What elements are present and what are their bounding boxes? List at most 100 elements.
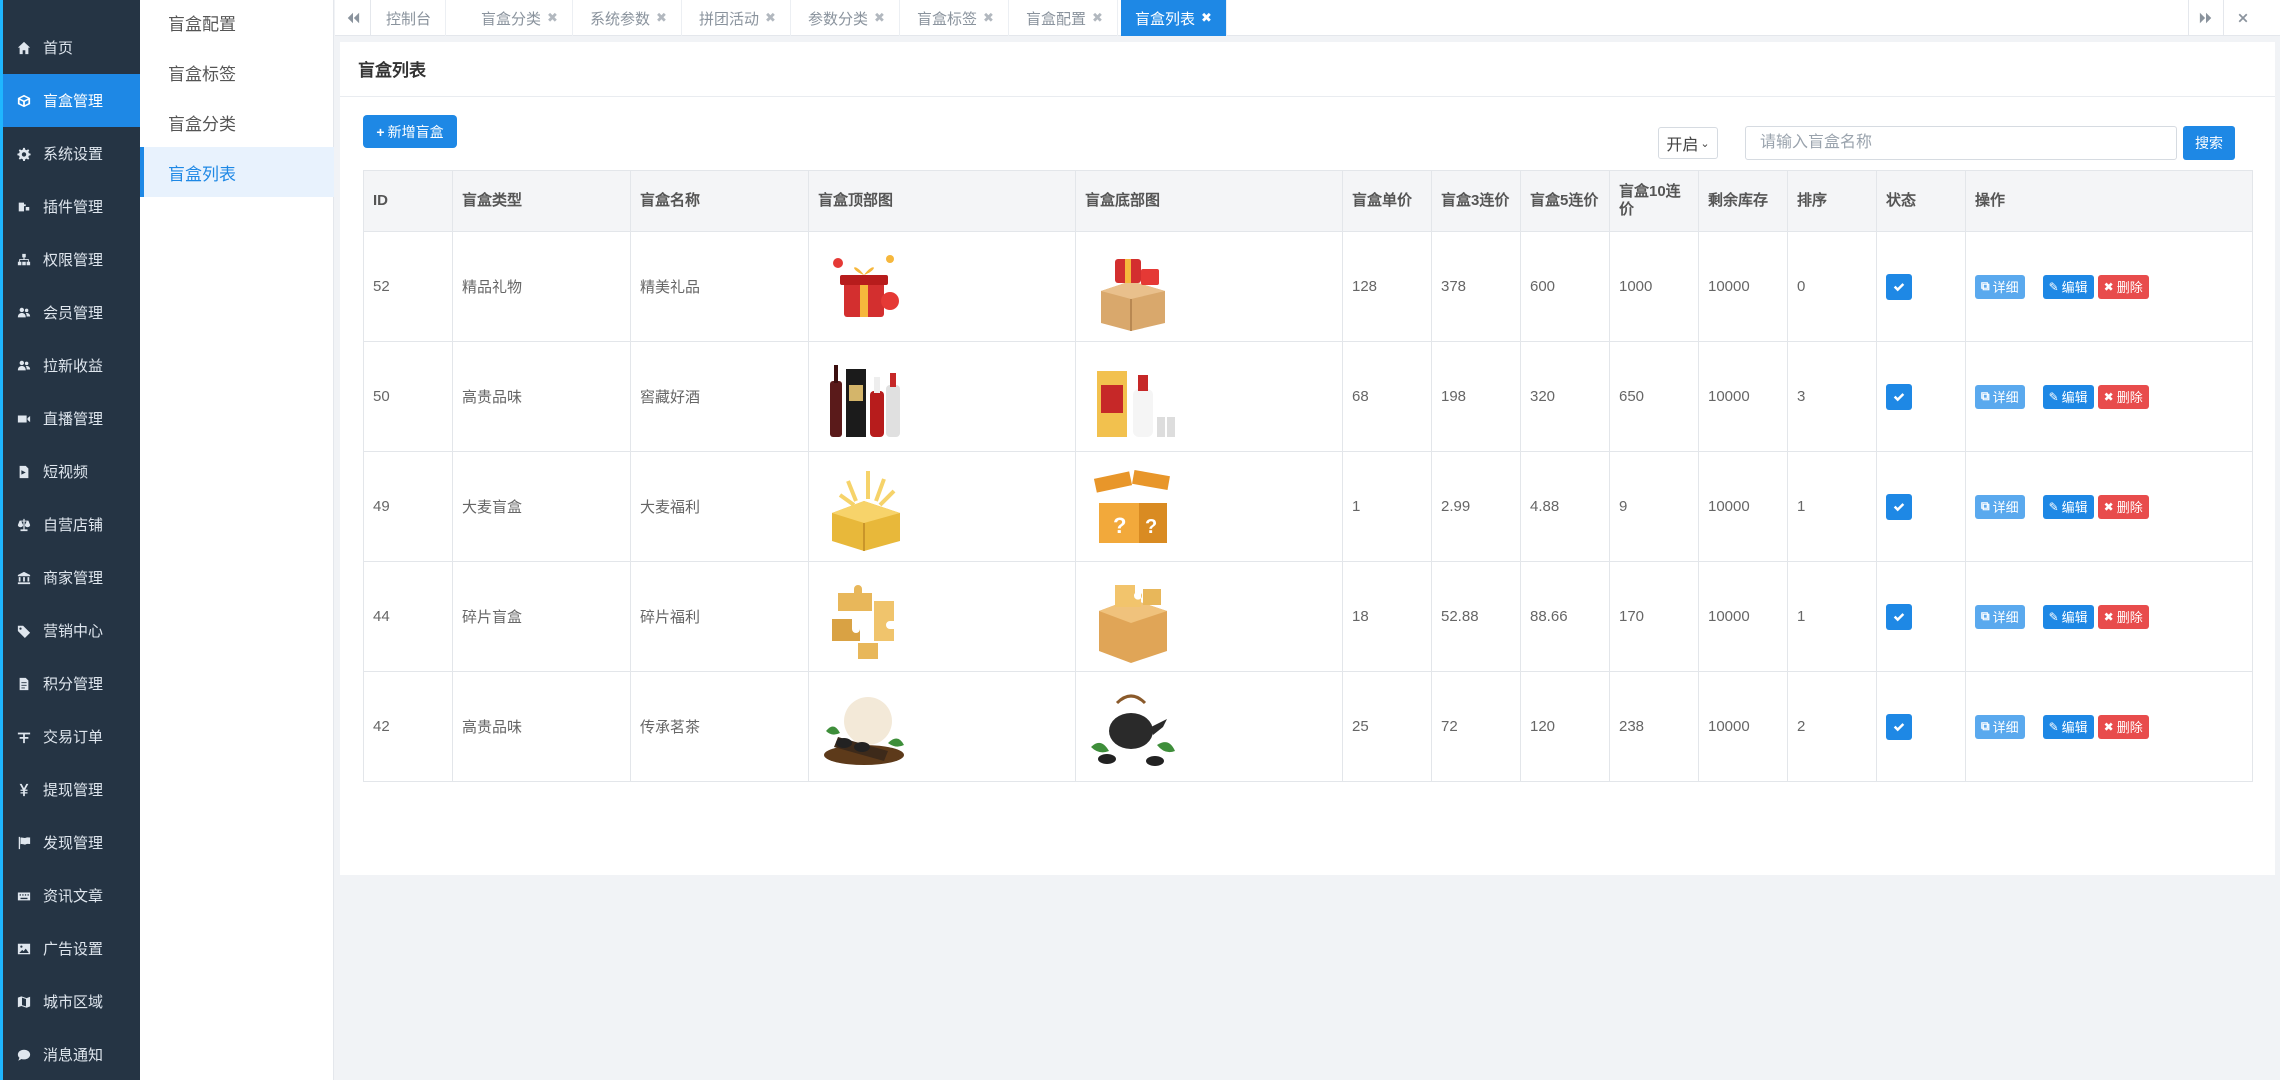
price-3x-cell: 72 [1431,671,1521,782]
double-chevron-right-icon [2199,12,2212,24]
copy-icon: ⧉ [1981,719,1990,733]
sidebar-item-label: 自营店铺 [43,517,104,534]
delete-button[interactable]: ✖ 删除 [2097,494,2149,519]
sidebar-item-0[interactable]: 首页 [3,21,140,74]
sidebar-item-label: 消息通知 [43,1047,104,1064]
sidebar-item-15[interactable]: 发现管理 [3,816,140,869]
submenu-item-2[interactable]: 盲盒分类 [140,97,334,147]
status-select[interactable]: 开启 ⌄ [1658,127,1718,159]
tab-scroll-left-button[interactable] [335,0,371,36]
status-checkbox[interactable] [1886,713,1912,740]
tab-4[interactable]: 参数分类 ✖ [794,0,900,36]
tab-7[interactable]: 盲盒列表 ✖ [1121,0,1227,36]
sidebar-item-4[interactable]: 权限管理 [3,233,140,286]
tab-close-all-button[interactable] [2225,0,2261,36]
detail-button[interactable]: ⧉ 详细 [1975,494,2025,519]
sidebar-item-5[interactable]: 会员管理 [3,286,140,339]
table-header-row: ID 盲盒类型 盲盒名称 盲盒顶部图 盲盒底部图 盲盒单价 盲盒3连价 盲盒5连价 盲盒10连价… [363,170,2253,232]
edit-button[interactable]: ✎ 编辑 [2042,274,2094,299]
liquor-box-image [1085,351,1177,443]
tab-0[interactable]: 控制台 [372,0,447,36]
delete-button[interactable]: ✖ 删除 [2097,274,2149,299]
status-checkbox[interactable] [1886,493,1912,520]
file-text-icon [17,677,31,691]
top-image-cell [808,451,1076,562]
sidebar-item-16[interactable]: 资讯文章 [3,869,140,922]
sidebar-item-3[interactable]: 插件管理 [3,180,140,233]
tab-close-icon[interactable]: ✖ [1201,10,1212,26]
sidebar-item-13[interactable]: 交易订单 [3,710,140,763]
balance-scale-icon [17,518,31,532]
detail-button[interactable]: ⧉ 详细 [1975,714,2025,739]
tab-1[interactable]: 盲盒分类 ✖ [467,0,573,36]
check-icon [1893,282,1905,291]
check-icon [1893,502,1905,511]
edit-button[interactable]: ✎ 编辑 [2042,604,2094,629]
detail-button[interactable]: ⧉ 详细 [1975,274,2025,299]
sidebar-item-label: 积分管理 [43,676,104,693]
detail-button[interactable]: ⧉ 详细 [1975,384,2025,409]
video-camera-icon [17,412,31,426]
stock-cell: 10000 [1698,671,1788,782]
tab-close-icon[interactable]: ✖ [983,10,994,26]
type-cell: 精品礼物 [452,231,631,342]
tab-close-icon[interactable]: ✖ [547,10,558,26]
edit-button[interactable]: ✎ 编辑 [2042,494,2094,519]
stock-cell: 10000 [1698,561,1788,672]
status-checkbox[interactable] [1886,383,1912,410]
sort-cell: 2 [1787,671,1877,782]
status-checkbox[interactable] [1886,603,1912,630]
search-button[interactable]: 搜索 [2183,126,2235,160]
tab-2[interactable]: 系统参数 ✖ [576,0,682,36]
tab-close-icon[interactable]: ✖ [874,10,885,26]
tab-3[interactable]: 拼团活动 ✖ [685,0,791,36]
gear-icon [17,147,31,161]
delete-button[interactable]: ✖ 删除 [2097,714,2149,739]
type-cell: 碎片盲盒 [452,561,631,672]
status-cell [1876,231,1966,342]
sidebar-item-18[interactable]: 城市区域 [3,975,140,1028]
tab-5[interactable]: 盲盒标签 ✖ [903,0,1009,36]
sidebar-item-1[interactable]: 盲盒管理 [3,74,140,127]
sidebar-item-7[interactable]: 直播管理 [3,392,140,445]
sidebar-item-10[interactable]: 商家管理 [3,551,140,604]
status-checkbox[interactable] [1886,273,1912,300]
add-blind-box-button[interactable]: + 新增盲盒 [363,115,457,148]
sidebar-item-2[interactable]: 系统设置 [3,127,140,180]
lucky-box-image: ?? [1085,461,1177,553]
tab-close-icon[interactable]: ✖ [1092,10,1103,26]
search-input[interactable] [1745,126,2177,160]
tab-6[interactable]: 盲盒配置 ✖ [1012,0,1118,36]
sidebar-item-11[interactable]: 营销中心 [3,604,140,657]
detail-button[interactable]: ⧉ 详细 [1975,604,2025,629]
tab-close-icon[interactable]: ✖ [656,10,667,26]
sidebar-item-19[interactable]: 消息通知 [3,1028,140,1080]
sidebar-item-8[interactable]: 短视频 [3,445,140,498]
price-3x-cell: 198 [1431,341,1521,452]
sidebar-item-12[interactable]: 积分管理 [3,657,140,710]
tab-close-icon[interactable]: ✖ [765,10,776,26]
sidebar-item-6[interactable]: 拉新收益 [3,339,140,392]
submenu-item-3[interactable]: 盲盒列表 [140,147,334,197]
sidebar-item-label: 短视频 [43,464,89,481]
sidebar-item-label: 盲盒管理 [43,93,104,110]
delete-button-label: 删除 [2116,500,2143,515]
submenu-item-1[interactable]: 盲盒标签 [140,47,334,97]
delete-button[interactable]: ✖ 删除 [2097,384,2149,409]
submenu-item-0[interactable]: 盲盒配置 [140,0,334,47]
plugin-icon [17,200,31,214]
copy-icon: ⧉ [1981,499,1990,513]
sidebar-item-9[interactable]: 自营店铺 [3,498,140,551]
tab-scroll-right-button[interactable] [2188,0,2224,36]
column-header-10: 排序 [1787,170,1877,232]
detail-button-label: 详细 [1992,610,2019,625]
edit-button[interactable]: ✎ 编辑 [2042,714,2094,739]
name-cell: 传承茗茶 [630,671,809,782]
delete-button[interactable]: ✖ 删除 [2097,604,2149,629]
edit-button[interactable]: ✎ 编辑 [2042,384,2094,409]
column-header-0: ID [363,170,453,232]
sidebar-item-17[interactable]: 广告设置 [3,922,140,975]
sidebar-item-14[interactable]: 提现管理 [3,763,140,816]
cube-icon [17,94,31,108]
edit-button-label: 编辑 [2061,610,2088,625]
